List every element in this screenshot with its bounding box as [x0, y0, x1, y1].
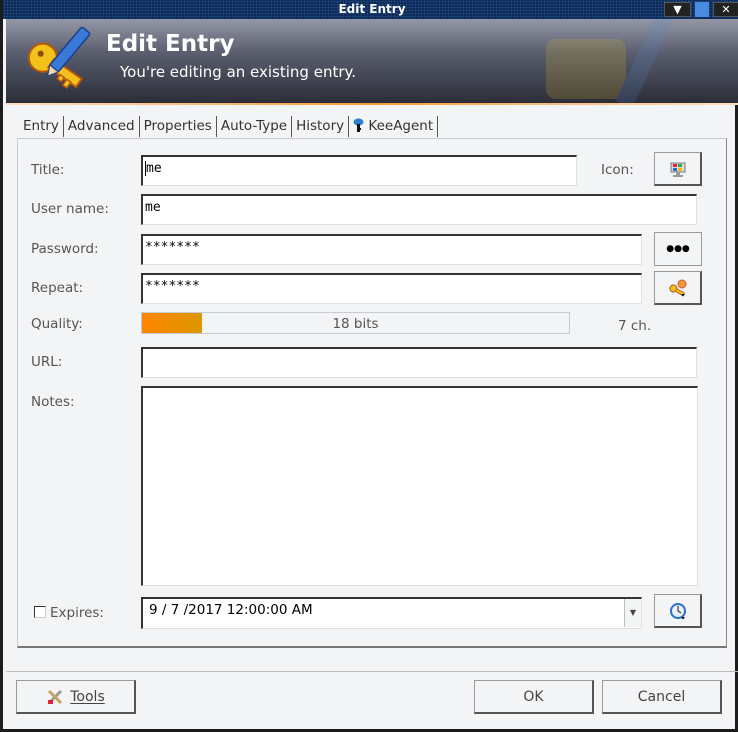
- tab-entry[interactable]: Entry: [17, 116, 64, 137]
- tab-label: Entry: [23, 118, 59, 134]
- clock-icon: [669, 602, 686, 619]
- password-label: Password:: [31, 241, 99, 257]
- minimize-button[interactable]: ▼: [664, 2, 691, 17]
- tab-bar: Entry Advanced Properties Auto-Type Hist…: [17, 116, 439, 138]
- window-title: Edit Entry: [338, 2, 406, 16]
- icon-picker-button[interactable]: [654, 152, 702, 186]
- repeat-label: Repeat:: [31, 280, 84, 296]
- notes-label: Notes:: [31, 394, 75, 410]
- cancel-label: Cancel: [637, 688, 686, 705]
- ok-label: OK: [523, 688, 544, 705]
- edit-entry-dialog: Edit Entry ▼ ✕ Edit Entry You're editing…: [0, 0, 738, 732]
- tab-history[interactable]: History: [292, 116, 350, 137]
- tab-keeagent[interactable]: KeeAgent: [349, 116, 439, 137]
- url-input[interactable]: [141, 347, 697, 378]
- tab-label: Properties: [143, 118, 212, 134]
- header-banner: Edit Entry You're editing an existing en…: [6, 19, 738, 103]
- title-bar[interactable]: Edit Entry ▼ ✕: [3, 0, 738, 19]
- key-pencil-icon: [27, 26, 91, 89]
- cancel-button[interactable]: Cancel: [602, 680, 722, 714]
- tab-label: Auto-Type: [220, 118, 288, 134]
- banner-title: Edit Entry: [106, 31, 235, 57]
- expires-dropdown-button[interactable]: ▼: [624, 599, 641, 627]
- title-label: Title:: [31, 162, 65, 178]
- repeat-password-input[interactable]: *******: [141, 273, 642, 304]
- banner-subtitle: You're editing an existing entry.: [120, 63, 357, 81]
- expires-value: 9 / 7 /2017 12:00:00 AM: [149, 602, 313, 618]
- url-label: URL:: [31, 354, 63, 370]
- char-count: 7 ch.: [618, 318, 652, 334]
- quality-label: Quality:: [31, 316, 83, 332]
- tab-properties[interactable]: Properties: [140, 116, 217, 137]
- banner-watermark-icon: [546, 19, 675, 103]
- tools-icon: [48, 689, 63, 704]
- title-value: me: [145, 161, 162, 176]
- minimize-icon: ▼: [673, 3, 682, 16]
- tab-auto-type[interactable]: Auto-Type: [217, 116, 293, 137]
- tab-advanced[interactable]: Advanced: [64, 116, 140, 137]
- notes-textarea[interactable]: [141, 386, 698, 586]
- username-value: me: [145, 200, 161, 215]
- password-value: *******: [145, 240, 200, 255]
- chevron-down-icon: ▼: [629, 608, 637, 617]
- close-button[interactable]: ✕: [713, 2, 738, 17]
- generate-password-button[interactable]: [654, 271, 702, 305]
- tools-label: Tools: [70, 688, 105, 705]
- quality-bar: 18 bits: [141, 312, 570, 334]
- keeagent-icon: [353, 118, 364, 132]
- maximize-button[interactable]: [695, 2, 709, 17]
- expires-label: Expires:: [50, 605, 104, 621]
- tab-label: Advanced: [67, 118, 135, 134]
- dots-icon: ●●●: [666, 244, 690, 254]
- username-label: User name:: [31, 201, 109, 217]
- expires-checkbox[interactable]: [34, 606, 46, 618]
- title-input[interactable]: me: [141, 155, 577, 186]
- show-password-button[interactable]: ●●●: [654, 232, 702, 266]
- password-input[interactable]: *******: [141, 234, 642, 265]
- ok-button[interactable]: OK: [474, 680, 594, 714]
- icon-label: Icon:: [601, 162, 634, 178]
- banner-accent-line: [6, 103, 738, 105]
- footer-separator: [6, 671, 738, 672]
- expires-datetime-picker[interactable]: 9 / 7 /2017 12:00:00 AM ▼: [141, 597, 642, 629]
- tab-label: KeeAgent: [368, 118, 434, 134]
- tab-label: History: [296, 118, 345, 134]
- close-icon: ✕: [721, 3, 731, 16]
- tools-button[interactable]: Tools: [16, 680, 136, 714]
- username-input[interactable]: me: [141, 194, 697, 225]
- computer-icon: [670, 162, 685, 177]
- expiry-presets-button[interactable]: [654, 594, 702, 628]
- quality-text: 18 bits: [332, 316, 379, 332]
- key-generator-icon: [668, 279, 686, 296]
- repeat-value: *******: [145, 279, 200, 294]
